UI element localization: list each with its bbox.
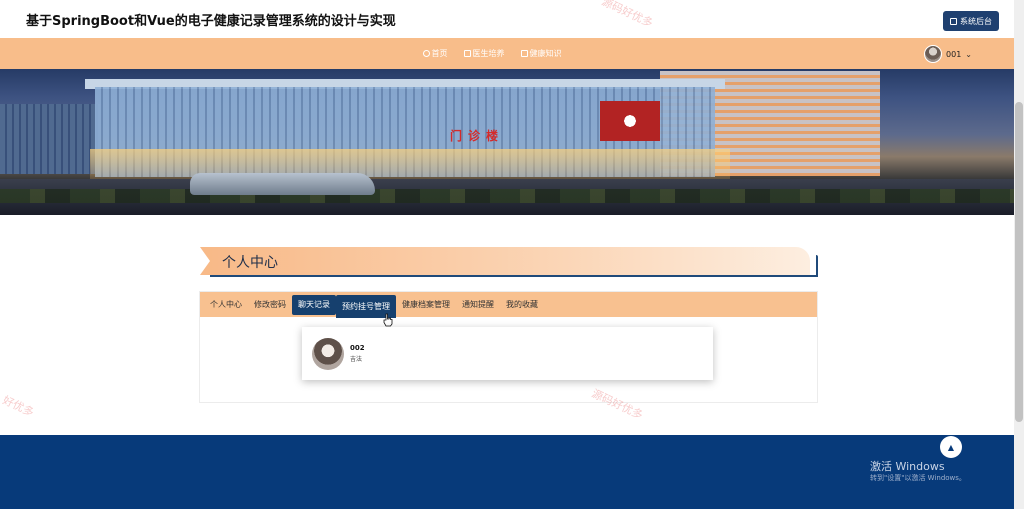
banner-car bbox=[190, 173, 375, 195]
windows-activate-subtitle: 转到"设置"以激活 Windows。 bbox=[870, 474, 966, 482]
page: 基于SpringBoot和Vue的电子健康记录管理系统的设计与实现 系统后台 首… bbox=[0, 0, 1024, 509]
tab-notifications[interactable]: 通知提醒 bbox=[456, 295, 500, 315]
user-avatar bbox=[924, 45, 943, 63]
section-heading-corner bbox=[816, 255, 818, 277]
banner-glow bbox=[90, 149, 730, 179]
section-heading-notch bbox=[200, 247, 210, 275]
arrow-up-icon: ▲ bbox=[947, 442, 955, 452]
red-cross-icon bbox=[620, 113, 640, 129]
admin-button-label: 系统后台 bbox=[960, 16, 992, 26]
section-title: 个人中心 bbox=[222, 255, 278, 271]
header-bar: 基于SpringBoot和Vue的电子健康记录管理系统的设计与实现 系统后台 bbox=[0, 0, 1014, 38]
banner-sign-text: 门诊楼 bbox=[450, 129, 505, 143]
scrollbar-track[interactable] bbox=[1014, 0, 1024, 509]
tab-change-password[interactable]: 修改密码 bbox=[248, 295, 292, 315]
tab-bar: 个人中心 修改密码 聊天记录 预约挂号管理 健康档案管理 通知提醒 我的收藏 bbox=[200, 292, 817, 318]
tab-personal-center[interactable]: 个人中心 bbox=[204, 295, 248, 315]
tab-chat-records[interactable]: 聊天记录 bbox=[292, 294, 336, 315]
chevron-down-icon: ⌄ bbox=[965, 49, 972, 59]
nav-bar: 首页 医生培养 健康知识 001 ⌄ bbox=[0, 38, 1014, 69]
section-heading-bar bbox=[200, 247, 810, 275]
tab-favorites[interactable]: 我的收藏 bbox=[500, 295, 544, 315]
nav-item-home[interactable]: 首页 bbox=[422, 48, 448, 59]
admin-icon bbox=[950, 17, 957, 25]
home-icon bbox=[422, 50, 430, 57]
hand-cursor-icon bbox=[383, 313, 393, 327]
chat-avatar bbox=[312, 337, 344, 370]
nav-item-doctor-label: 医生培养 bbox=[472, 49, 505, 58]
chat-list-item[interactable]: 002 吉法 bbox=[302, 327, 713, 380]
section-heading-underline bbox=[210, 275, 818, 277]
banner-trees bbox=[0, 189, 1014, 203]
admin-button[interactable]: 系统后台 bbox=[943, 11, 999, 31]
banner-building-left bbox=[0, 104, 100, 174]
nav-item-health-knowledge[interactable]: 健康知识 bbox=[520, 48, 562, 59]
section-heading: 个人中心 bbox=[200, 247, 818, 277]
windows-activate-title: 激活 Windows bbox=[870, 460, 945, 473]
chat-info: 002 吉法 bbox=[350, 344, 365, 363]
tab-health-records[interactable]: 健康档案管理 bbox=[396, 295, 456, 315]
nav-item-health-knowledge-label: 健康知识 bbox=[529, 49, 562, 58]
nav-item-home-label: 首页 bbox=[431, 49, 448, 58]
nav-item-doctor[interactable]: 医生培养 bbox=[463, 48, 505, 59]
user-menu[interactable]: 001 ⌄ bbox=[924, 45, 972, 63]
book-icon bbox=[520, 50, 528, 57]
watermark: 好优多 bbox=[0, 393, 36, 420]
chat-contact-name: 002 bbox=[350, 344, 365, 352]
footer bbox=[0, 435, 1014, 509]
site-title: 基于SpringBoot和Vue的电子健康记录管理系统的设计与实现 bbox=[26, 13, 396, 29]
chat-last-message: 吉法 bbox=[350, 356, 363, 363]
back-to-top-button[interactable]: ▲ bbox=[940, 436, 962, 458]
nav-menu: 首页 医生培养 健康知识 bbox=[0, 38, 1014, 69]
banner-image: 门诊楼 bbox=[0, 69, 1014, 215]
user-name: 001 bbox=[946, 49, 962, 59]
scrollbar-thumb[interactable] bbox=[1015, 102, 1023, 422]
doctor-icon bbox=[463, 50, 471, 57]
